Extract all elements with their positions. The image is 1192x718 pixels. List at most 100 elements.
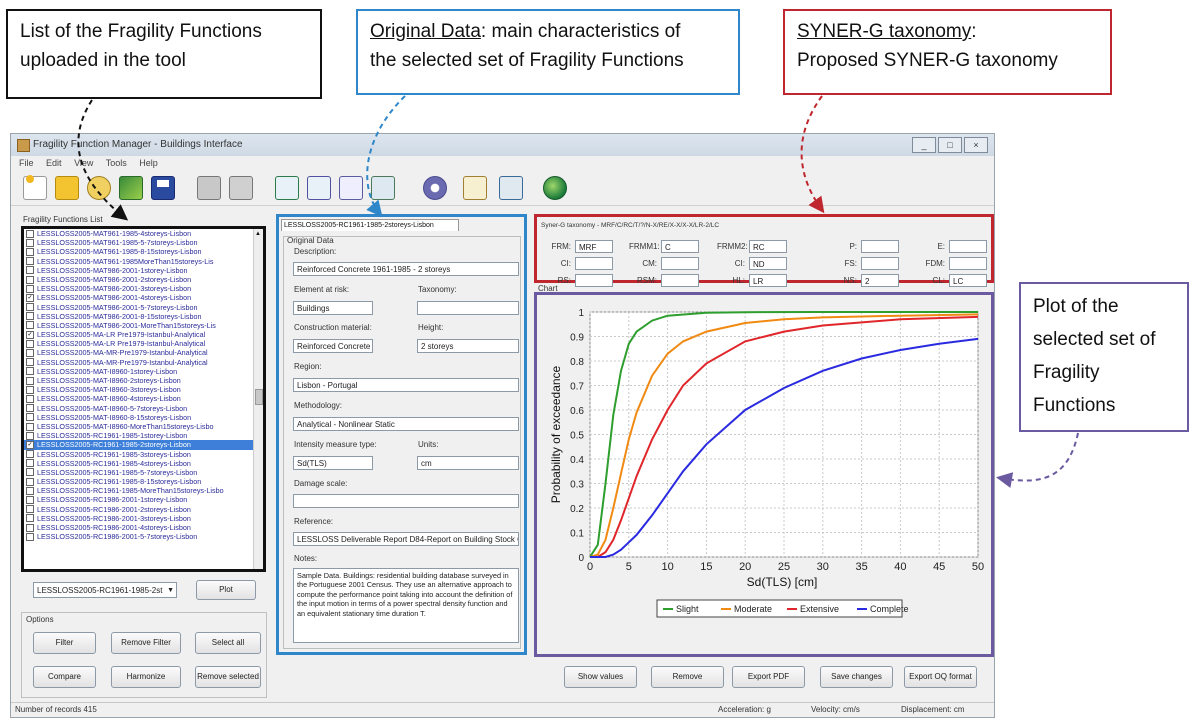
list-item[interactable]: LESSLOSS2005-RC1961-1985-1storey-Lisbon [24,431,263,440]
menu-edit[interactable]: Edit [46,158,62,168]
list-item[interactable]: LESSLOSS2005-MAT986-2001-MoreThan15store… [24,321,263,330]
list-item[interactable]: LESSLOSS2005-MAT-I8960-5-7storeys-Lisbon [24,404,263,413]
taxonomy-field-input[interactable] [661,274,699,287]
list-item[interactable]: ✓ LESSLOSS2005-MAT986-2001-4storeys-Lisbo… [24,293,263,302]
list-item-checkbox[interactable] [26,477,34,486]
export2-icon[interactable] [307,176,331,200]
list-item[interactable]: LESSLOSS2005-RC1961-1985-3storeys-Lisbon [24,450,263,459]
remove-filter-button[interactable]: Remove Filter [111,632,181,654]
list-item[interactable]: LESSLOSS2005-MAT986-2001-1storey-Lisbon [24,266,263,275]
list-item-checkbox[interactable] [26,404,34,413]
list-item[interactable]: ✓ LESSLOSS2005-RC1961-1985-2storeys-Lisbo… [24,440,263,450]
list-item-checkbox[interactable] [26,486,34,495]
edit-icon[interactable] [463,176,487,200]
taxonomy-field-input[interactable]: C [661,240,699,253]
gear-icon[interactable] [423,176,447,200]
list-item[interactable]: ✓ LESSLOSS2005-MA-LR Pre1979-Istanbul-Ana… [24,330,263,339]
list-item[interactable]: LESSLOSS2005-RC1961-1985-4storeys-Lisbon [24,459,263,468]
im-field[interactable]: Sd(TLS) [293,456,373,470]
list-item-checkbox[interactable] [26,321,34,330]
calculator-icon[interactable] [499,176,523,200]
taxonomy-field-input[interactable] [861,257,899,270]
taxonomy-field-input[interactable]: 2 [861,274,899,287]
taxonomy-field-input[interactable] [861,240,899,253]
list-item[interactable]: LESSLOSS2005-MAT986-2001-3storeys-Lisbon [24,284,263,293]
list-item-checkbox[interactable] [26,238,34,247]
list-item-checkbox[interactable] [26,385,34,394]
list-item[interactable]: LESSLOSS2005-RC1986-2001-3storeys-Lisbon [24,514,263,523]
taxonomy-field-input[interactable]: MRF [575,240,613,253]
open-folder-icon[interactable] [55,176,79,200]
list-item-checkbox[interactable] [26,367,34,376]
list-item[interactable]: LESSLOSS2005-MAT-I8960-MoreThan15storeys… [24,422,263,431]
menu-view[interactable]: View [74,158,93,168]
list-item-checkbox[interactable] [26,275,34,284]
list-item[interactable]: LESSLOSS2005-MAT961-1985MoreThan15storey… [24,257,263,266]
save-icon[interactable] [151,176,175,200]
list-item[interactable]: LESSLOSS2005-MAT961-1985-8-15storeys-Lis… [24,247,263,256]
material-field[interactable]: Reinforced Concrete [293,339,373,353]
export-pdf-button[interactable]: Export PDF [732,666,805,688]
list-item-checkbox[interactable] [26,496,34,505]
list-item-checkbox[interactable] [26,247,34,256]
show-values-button[interactable]: Show values [564,666,637,688]
list-item[interactable]: LESSLOSS2005-RC1961-1985-8-15storeys-Lis… [24,477,263,486]
taxonomy-field-input[interactable]: LR [749,274,787,287]
list-item-checkbox[interactable]: ✓ [26,330,34,339]
taxonomy-field-input[interactable] [949,240,987,253]
remove-button[interactable]: Remove [651,666,724,688]
region-field[interactable]: Lisbon - Portugal [293,378,519,392]
list-item-checkbox[interactable] [26,459,34,468]
list-item-checkbox[interactable] [26,532,34,541]
description-field[interactable]: Reinforced Concrete 1961-1985 - 2 storey… [293,262,519,276]
list-item[interactable]: LESSLOSS2005-RC1961-1985-5-7storeys-Lisb… [24,468,263,477]
harmonize-button[interactable]: Harmonize [111,666,181,688]
element-field[interactable]: Buildings [293,301,373,315]
compare-button[interactable]: Compare [33,666,96,688]
close-button[interactable]: × [964,137,988,153]
list-item-checkbox[interactable] [26,303,34,312]
list-item[interactable]: LESSLOSS2005-RC1986-2001-2storeys-Lisbon [24,505,263,514]
list-scrollbar[interactable]: ▲ [253,229,263,569]
list-item[interactable]: LESSLOSS2005-MA-LR Pre1979-Istanbul-Anal… [24,339,263,348]
damage-field[interactable] [293,494,519,508]
original-data-tab[interactable]: LESSLOSS2005-RC1961-1985-2storeys-Lisbon [281,219,459,231]
units-field[interactable]: cm [417,456,519,470]
methodology-field[interactable]: Analytical - Nonlinear Static [293,417,519,431]
list-item-checkbox[interactable] [26,514,34,523]
list-item-checkbox[interactable] [26,422,34,431]
list-item-checkbox[interactable] [26,394,34,403]
list-item[interactable]: LESSLOSS2005-MAT986-2001-2storeys-Lisbon [24,275,263,284]
taxonomy-field-input[interactable]: RC [749,240,787,253]
list-item[interactable]: LESSLOSS2005-MAT-I8960-4storeys-Lisbon [24,394,263,403]
maximize-button[interactable]: □ [938,137,962,153]
list-item-checkbox[interactable] [26,431,34,440]
taxonomy-field-input[interactable] [949,257,987,270]
taxonomy-field-input[interactable] [575,274,613,287]
list-item-checkbox[interactable] [26,284,34,293]
export-oq-button[interactable]: Export OQ format [904,666,977,688]
menu-tools[interactable]: Tools [106,158,127,168]
taxonomy-field-input[interactable] [575,257,613,270]
print-preview-icon[interactable] [229,176,253,200]
list-item[interactable]: LESSLOSS2005-RC1986-2001-4storeys-Lisbon [24,523,263,532]
report-icon[interactable] [339,176,363,200]
list-item-checkbox[interactable] [26,266,34,275]
list-item-checkbox[interactable] [26,229,34,238]
list-item-checkbox[interactable] [26,339,34,348]
taxonomy-field-input[interactable] [661,257,699,270]
menu-file[interactable]: File [19,158,34,168]
list-item[interactable]: LESSLOSS2005-MAT986-2001-5-7storeys-Lisb… [24,303,263,312]
fragility-functions-list[interactable]: LESSLOSS2005-MAT961-1985-4storeys-Lisbon… [21,226,266,572]
remove-selected-button[interactable]: Remove selected [195,666,261,688]
list-item-checkbox[interactable]: ✓ [26,440,34,449]
list-item[interactable]: LESSLOSS2005-MAT-I8960-8-15storeys-Lisbo… [24,413,263,422]
notes-field[interactable]: Sample Data. Buildings: residential buil… [293,568,519,643]
list-item[interactable]: LESSLOSS2005-MAT-I8960-1storey-Lisbon [24,367,263,376]
export-icon[interactable] [275,176,299,200]
list-item-checkbox[interactable] [26,413,34,422]
new-file-icon[interactable] [23,175,47,200]
select-all-button[interactable]: Select all [195,632,261,654]
menu-help[interactable]: Help [139,158,158,168]
list-item-checkbox[interactable] [26,376,34,385]
